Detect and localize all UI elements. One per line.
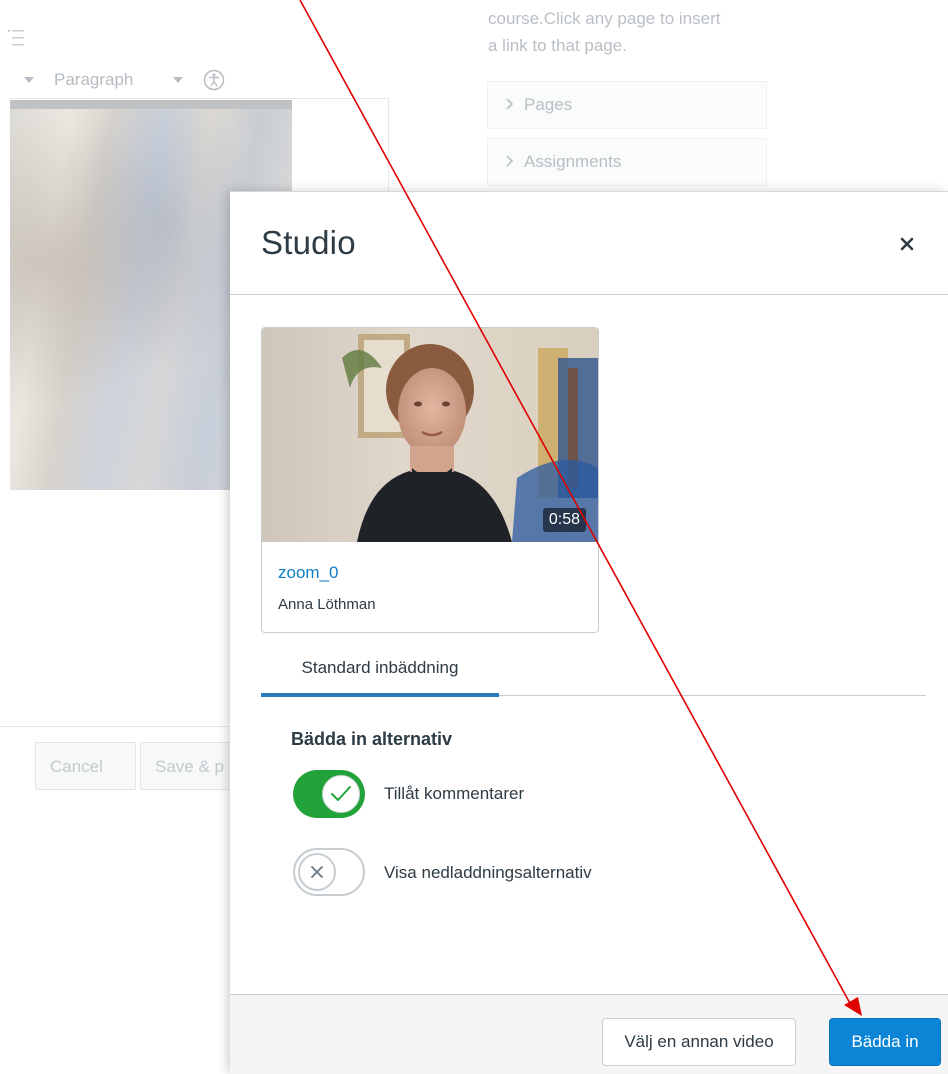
save-publish-button[interactable]: Save & p	[140, 742, 232, 790]
tab-standard-embed[interactable]: Standard inbäddning	[261, 641, 499, 695]
toggle-knob	[298, 853, 336, 891]
embed-tabs: Standard inbäddning	[261, 641, 926, 697]
show-download-label: Visa nedladdningsalternativ	[384, 863, 592, 882]
modal-footer: Välj en annan video Bädda in	[230, 994, 948, 1074]
modal-header: Studio	[230, 192, 948, 295]
cancel-button[interactable]: Cancel	[35, 742, 136, 790]
allow-comments-label: Tillåt kommentarer	[384, 784, 525, 803]
links-item-pages[interactable]: Pages	[487, 81, 767, 129]
video-author: Anna Löthman	[278, 596, 376, 613]
toggle-knob	[322, 775, 360, 813]
links-intro-line2: a link to that page.	[488, 36, 627, 55]
embedded-video-bar	[10, 100, 292, 109]
close-icon	[900, 237, 914, 251]
chevron-down-icon[interactable]	[24, 77, 34, 83]
links-item-label: Assignments	[524, 152, 622, 171]
x-icon	[311, 866, 323, 878]
links-item-assignments[interactable]: Assignments	[487, 138, 767, 186]
choose-another-video-button[interactable]: Välj en annan video	[602, 1018, 796, 1066]
accessibility-icon[interactable]	[203, 69, 225, 91]
modal-title: Studio	[261, 224, 356, 261]
chevron-right-icon	[506, 82, 514, 128]
list-icon	[8, 28, 26, 50]
links-item-label: Pages	[524, 95, 573, 114]
editor-toolbar: Paragraph	[0, 62, 225, 98]
close-button[interactable]	[892, 229, 922, 259]
footer-divider	[0, 726, 232, 727]
check-icon	[331, 786, 351, 801]
active-tab-indicator	[261, 693, 499, 697]
video-card[interactable]: 0:58 zoom_0 Anna Löthman	[261, 327, 599, 633]
links-intro-line1: course.Click any page to insert	[488, 9, 721, 28]
embed-options-heading: Bädda in alternativ	[291, 729, 453, 749]
allow-comments-toggle[interactable]	[293, 770, 365, 818]
video-title[interactable]: zoom_0	[278, 563, 338, 583]
video-duration: 0:58	[542, 508, 586, 532]
format-select[interactable]: Paragraph	[54, 70, 133, 90]
show-download-toggle[interactable]	[293, 848, 365, 896]
chevron-down-icon[interactable]	[173, 77, 184, 83]
studio-modal: Studio 0:58 zoom_0 Anna Löthman Standard…	[230, 191, 948, 1074]
embed-button[interactable]: Bädda in	[829, 1018, 941, 1066]
chevron-right-icon	[506, 139, 514, 185]
video-thumbnail: 0:58	[262, 328, 598, 542]
